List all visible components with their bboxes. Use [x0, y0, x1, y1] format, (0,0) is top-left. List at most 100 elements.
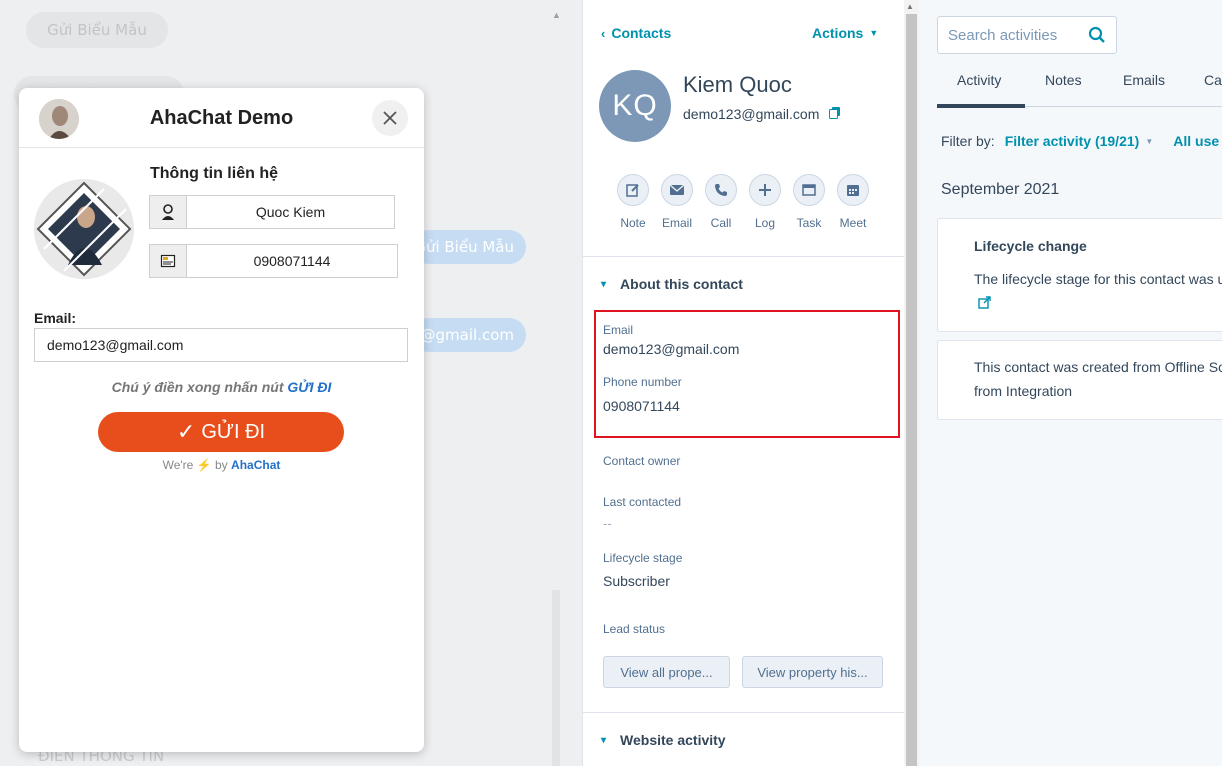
website-activity-toggle[interactable]: ▾ Website activity [601, 732, 726, 748]
call-action[interactable]: Call [699, 174, 743, 230]
call-icon[interactable] [705, 174, 737, 206]
owner-prop-label: Contact owner [603, 454, 681, 468]
external-link-icon[interactable] [978, 296, 991, 314]
submit-button[interactable]: ✓ GỬI ĐI [98, 412, 344, 452]
caret-down-icon: ▼ [1145, 136, 1154, 146]
powered-by: We're ⚡ by AhaChat [19, 458, 424, 472]
contact-email-header: demo123@gmail.com [683, 106, 841, 122]
contact-name[interactable]: Kiem Quoc [683, 72, 792, 98]
chat-bubble-form: Gửi Biểu Mẫu [26, 12, 168, 48]
created-contact-card[interactable]: This contact was created from Offline So… [937, 340, 1222, 420]
ahachat-link[interactable]: AhaChat [231, 458, 280, 472]
log-action[interactable]: Log [743, 174, 787, 230]
filter-activity-dropdown[interactable]: Filter activity (19/21) ▼ [1005, 133, 1154, 149]
phone-prop-value[interactable]: 0908071144 [603, 398, 680, 414]
contact-photo [34, 179, 134, 279]
scroll-up-arrow[interactable]: ▲ [906, 2, 914, 11]
user-icon [150, 196, 187, 228]
log-action-label: Log [754, 216, 776, 230]
filter-users-dropdown[interactable]: All use [1173, 133, 1219, 149]
lifecycle-prop-value[interactable]: Subscriber [603, 573, 670, 589]
powered-by-prefix: We're [162, 458, 194, 472]
email-icon[interactable] [661, 174, 693, 206]
section-divider [583, 256, 904, 257]
website-activity-title: Website activity [620, 732, 726, 748]
note-action-label: Note [620, 216, 646, 230]
email-prop-value[interactable]: demo123@gmail.com [603, 341, 739, 357]
card-title: Lifecycle change [974, 238, 1087, 254]
filter-activity-label: Filter activity (19/21) [1004, 133, 1140, 149]
last-contacted-value: -- [603, 516, 612, 531]
chevron-down-icon: ▾ [601, 278, 607, 290]
month-heading: September 2021 [941, 181, 1060, 198]
caret-down-icon: ▼ [869, 28, 879, 38]
phone-value[interactable]: 0908071144 [187, 245, 397, 277]
phone-field[interactable]: 0908071144 [149, 244, 398, 278]
meet-action[interactable]: Meet [831, 174, 875, 230]
tab-emails[interactable]: Emails [1123, 72, 1165, 88]
view-all-properties-button[interactable]: View all prope... [603, 656, 730, 688]
email-action-label: Email [661, 216, 692, 230]
email-action[interactable]: Email [655, 174, 699, 230]
search-icon[interactable] [1088, 26, 1106, 44]
chat-bubble-sent-email: demo123@gmail.com [412, 318, 526, 352]
view-property-history-button[interactable]: View property his... [742, 656, 883, 688]
task-action[interactable]: Task [787, 174, 831, 230]
section-divider [583, 712, 904, 713]
modal-header: AhaChat Demo [19, 88, 424, 148]
card-text: The lifecycle stage for this contact was… [974, 271, 1222, 287]
actions-label: Actions [812, 25, 864, 41]
task-icon[interactable] [793, 174, 825, 206]
log-icon[interactable] [749, 174, 781, 206]
active-tab-indicator [937, 104, 1025, 108]
filter-label: Filter by: [941, 133, 995, 149]
chat-scrollbar-thumb[interactable] [552, 590, 560, 766]
lead-status-label: Lead status [603, 622, 666, 636]
filter-row: Filter by: Filter activity (19/21) ▼ All… [941, 133, 1219, 149]
chevron-left-icon: ‹ [601, 25, 606, 41]
last-contacted-label: Last contacted [603, 495, 682, 509]
back-to-contacts-link[interactable]: ‹ Contacts [601, 25, 671, 41]
activity-area: Search activities Activity Notes Emails … [919, 0, 1222, 766]
panel-scrollbar-thumb[interactable] [906, 14, 917, 766]
highlight-box [594, 310, 900, 438]
tab-calls[interactable]: Ca [1204, 72, 1222, 88]
note-action[interactable]: Note [611, 174, 655, 230]
note-icon[interactable] [617, 174, 649, 206]
lifecycle-prop-label: Lifecycle stage [603, 551, 683, 565]
copy-icon[interactable] [829, 106, 841, 122]
submit-button-label: GỬI ĐI [201, 420, 266, 443]
contact-info-heading: Thông tin liên hệ [150, 165, 278, 182]
phone-card-icon [150, 245, 187, 277]
search-placeholder: Search activities [948, 26, 1058, 44]
contact-avatar: KQ [599, 70, 671, 142]
close-icon [383, 111, 397, 125]
submit-hint-text: Chú ý điền xong nhấn nút [111, 379, 288, 395]
actions-dropdown[interactable]: Actions ▼ [812, 25, 878, 41]
name-field[interactable]: Quoc Kiem [149, 195, 395, 229]
chat-scroll-up-arrow[interactable]: ▲ [552, 10, 561, 20]
powered-by-word: by [215, 458, 228, 472]
submit-hint-highlight: GỬI ĐI [287, 379, 332, 395]
ahachat-form-modal: AhaChat Demo Thông tin liên hệ Quoc Kiem… [19, 88, 424, 752]
meet-action-label: Meet [839, 216, 867, 230]
tab-activity[interactable]: Activity [957, 72, 1001, 88]
search-activities-input[interactable]: Search activities [937, 16, 1117, 54]
meet-icon[interactable] [837, 174, 869, 206]
close-button[interactable] [372, 100, 408, 136]
email-input[interactable]: demo123@gmail.com [34, 328, 408, 362]
check-icon: ✓ [176, 419, 196, 444]
about-section-toggle[interactable]: ▾ About this contact [601, 276, 743, 292]
modal-title: AhaChat Demo [149, 107, 294, 129]
tab-notes[interactable]: Notes [1045, 72, 1082, 88]
email-prop-label: Email [603, 323, 634, 337]
about-section-title: About this contact [620, 276, 743, 292]
contact-email-text: demo123@gmail.com [683, 106, 820, 122]
email-label: Email: [34, 310, 77, 326]
card-text-line2: from Integration [974, 383, 1073, 399]
task-action-label: Task [796, 216, 822, 230]
chevron-down-icon: ▾ [601, 734, 607, 746]
lifecycle-change-card[interactable]: Lifecycle change The lifecycle stage for… [937, 218, 1222, 332]
submit-hint: Chú ý điền xong nhấn nút GỬI ĐI [19, 379, 424, 395]
name-value[interactable]: Quoc Kiem [187, 196, 394, 228]
